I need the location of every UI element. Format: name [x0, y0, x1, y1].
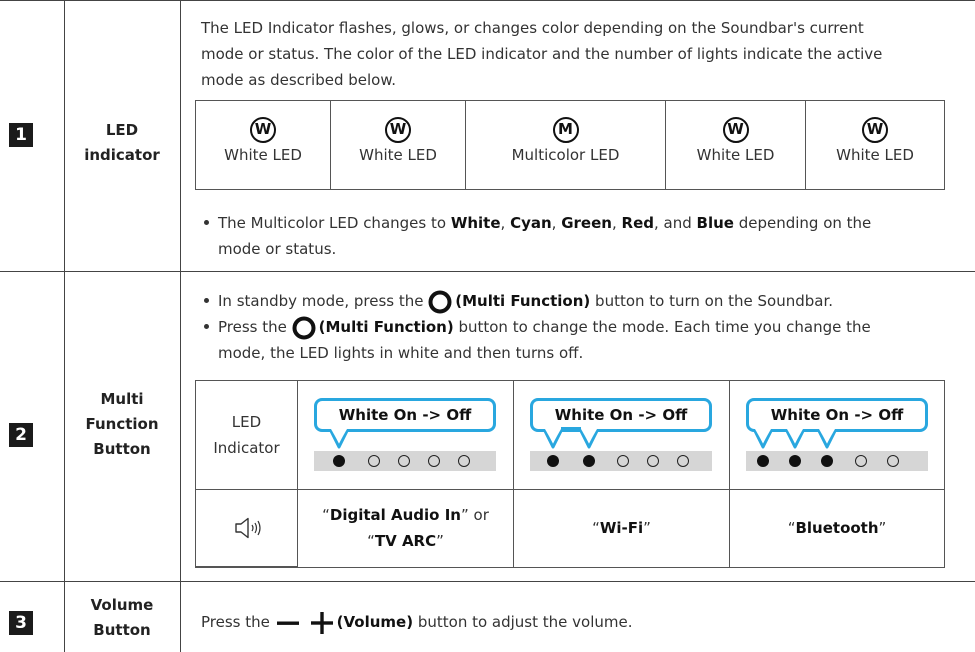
led-label: Multicolor LED — [511, 146, 620, 164]
callout-pointer — [545, 427, 597, 443]
led-dot-off — [458, 455, 470, 467]
led-dot-row — [746, 451, 928, 471]
column-divider — [64, 0, 65, 652]
row-label-cell: LED Indicator — [196, 381, 298, 490]
feature-name: Multi Function Button — [85, 390, 159, 458]
white-led-icon: W — [862, 117, 888, 143]
led-dot-on — [789, 455, 801, 467]
row-number-badge: 3 — [9, 611, 33, 635]
mode-table: LED Indicator White On -> Off White On -… — [195, 380, 945, 568]
led-types-table: W White LED W White LED M Multicolor LED… — [195, 100, 945, 190]
led-dot-off — [428, 455, 440, 467]
led-cell: W White LED — [666, 101, 806, 189]
bullet-dot — [204, 298, 209, 303]
multi-function-ring-icon — [428, 290, 452, 313]
led-dot-off — [677, 455, 689, 467]
row-number-badge: 1 — [9, 123, 33, 147]
mode-name-cell: “Wi-Fi” — [514, 490, 730, 567]
led-dot-row — [530, 451, 712, 471]
led-label: White LED — [696, 146, 775, 164]
led-description: The LED Indicator flashes, glows, or cha… — [201, 19, 883, 89]
row-label-cell — [196, 490, 298, 567]
led-cell: M Multicolor LED — [466, 101, 666, 189]
led-label: White LED — [224, 146, 302, 164]
bullet-dot — [204, 220, 209, 225]
led-dot-off — [368, 455, 380, 467]
led-dot-off — [398, 455, 410, 467]
bullet-dot — [204, 324, 209, 329]
row-number-badge: 2 — [9, 423, 33, 447]
volume-description: Press the (Volume) button to adjust the … — [201, 609, 633, 635]
led-cell: W White LED — [331, 101, 466, 189]
mode-led-cell: White On -> Off — [298, 381, 514, 490]
led-dot-on — [821, 455, 833, 467]
led-dot-on — [547, 455, 559, 467]
mode-led-cell: White On -> Off — [514, 381, 730, 490]
table-top-border — [0, 0, 975, 1]
led-dot-on — [333, 455, 345, 467]
row-divider — [0, 271, 975, 272]
callout-pointer — [331, 429, 347, 443]
mode-name: “Wi-Fi” — [592, 519, 651, 537]
callout-pointer — [755, 429, 835, 443]
mode-name-cell: “Bluetooth” — [730, 490, 944, 567]
plus-icon — [310, 611, 333, 634]
white-led-icon: W — [250, 117, 276, 143]
led-cell: W White LED — [806, 101, 944, 189]
white-led-icon: W — [722, 117, 749, 143]
led-dot-off — [887, 455, 899, 467]
speaker-sound-icon — [235, 517, 261, 539]
feature-name: LED indicator — [84, 121, 160, 164]
led-dot-row — [314, 451, 496, 471]
led-cell: W White LED — [196, 101, 331, 189]
led-indicator-label: LED Indicator — [213, 413, 280, 457]
mode-name: “Digital Audio In” or “TV ARC” — [322, 506, 489, 550]
mode-name-cell: “Digital Audio In” or “TV ARC” — [298, 490, 514, 567]
led-dot-on — [583, 455, 595, 467]
feature-name: Volume Button — [90, 596, 154, 639]
column-divider — [180, 0, 181, 652]
white-led-icon: W — [385, 117, 411, 143]
led-dot-off — [855, 455, 867, 467]
mode-led-cell: White On -> Off — [730, 381, 944, 490]
led-dot-off — [647, 455, 659, 467]
led-label: White LED — [836, 146, 914, 164]
mode-name: “Bluetooth” — [787, 519, 887, 537]
multicolor-led-icon: M — [552, 117, 579, 143]
row-divider — [0, 581, 975, 582]
minus-icon — [276, 621, 299, 625]
led-dot-on — [757, 455, 769, 467]
multi-function-ring-icon — [292, 316, 316, 339]
led-label: White LED — [359, 146, 437, 164]
led-dot-off — [617, 455, 629, 467]
